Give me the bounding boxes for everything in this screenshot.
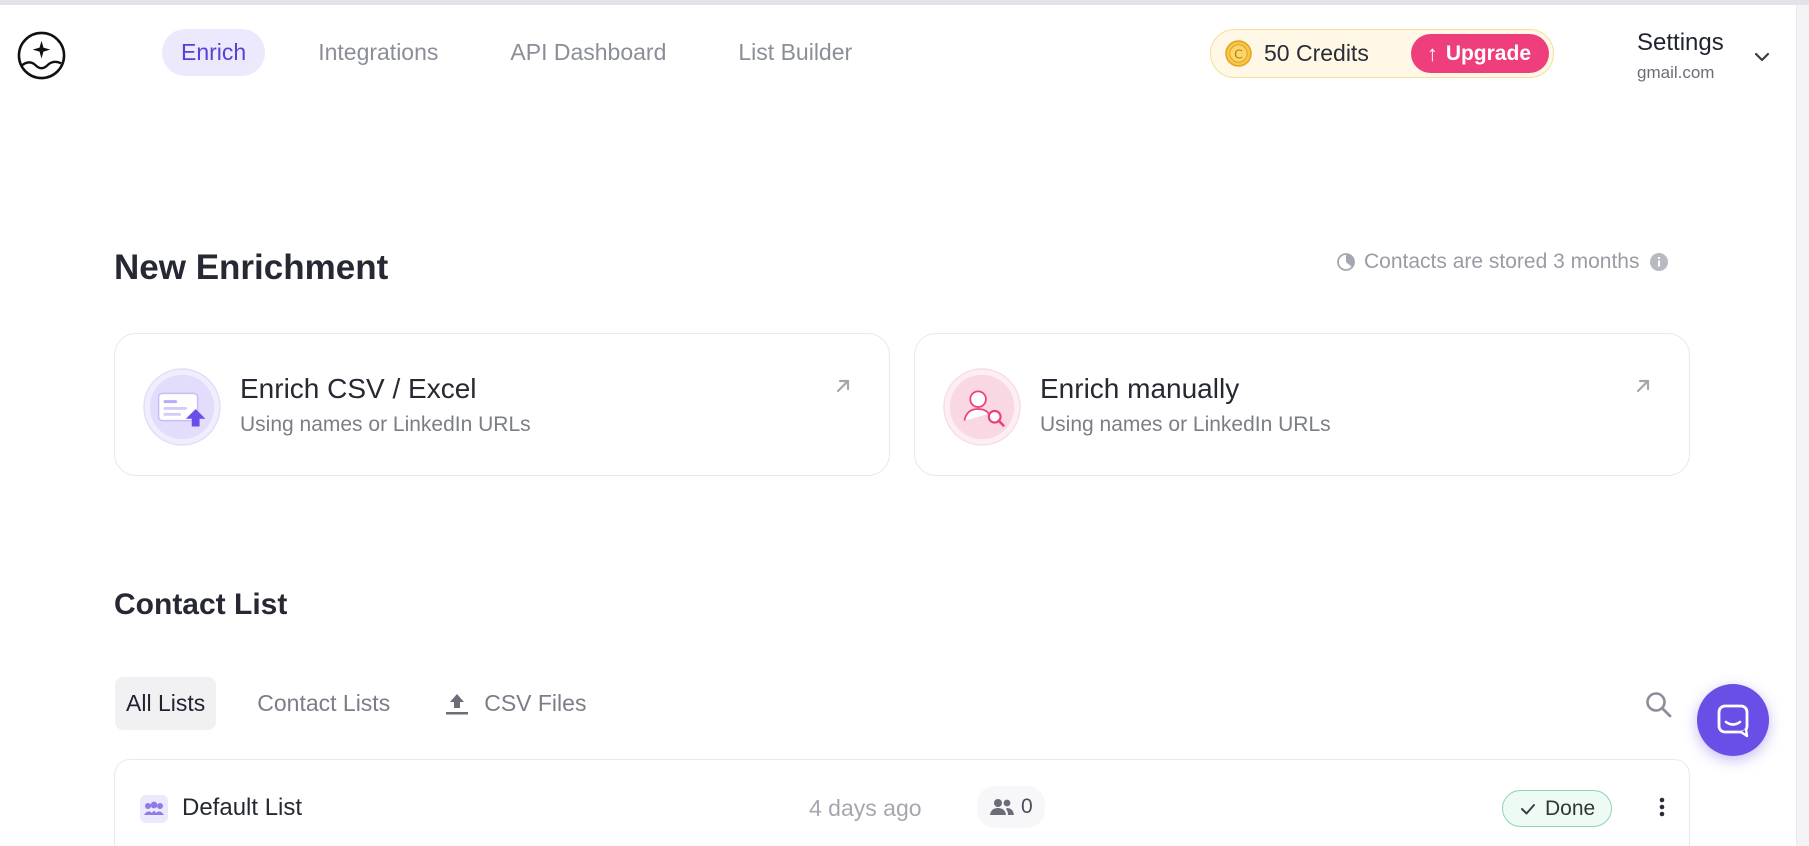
status-label: Done <box>1545 796 1596 820</box>
list-timestamp: 4 days ago <box>809 795 922 821</box>
tab-contact-lists[interactable]: Contact Lists <box>246 677 401 730</box>
storage-note: Contacts are stored 3 months <box>1336 250 1677 274</box>
contact-list-title: Contact List <box>114 588 288 621</box>
more-options-icon[interactable] <box>1647 792 1677 822</box>
csv-upload-icon <box>143 368 221 446</box>
people-icon <box>990 799 1014 815</box>
upgrade-label: Upgrade <box>1445 41 1531 65</box>
upgrade-button[interactable]: ↑ Upgrade <box>1410 34 1549 73</box>
nav-integrations[interactable]: Integrations <box>299 29 457 76</box>
upload-icon <box>446 694 469 715</box>
info-icon[interactable] <box>1649 252 1669 272</box>
account-name: Settings <box>1637 29 1724 56</box>
arrow-up-right-icon <box>836 379 850 393</box>
chat-launcher-button[interactable] <box>1697 684 1769 756</box>
chevron-down-icon[interactable] <box>1752 47 1772 67</box>
search-icon[interactable] <box>1644 690 1674 720</box>
arrow-up-icon: ↑ <box>1426 40 1438 66</box>
tab-all-lists[interactable]: All Lists <box>115 676 217 730</box>
manual-search-icon <box>943 368 1021 446</box>
group-list-icon <box>140 795 168 823</box>
main-nav: Enrich Integrations API Dashboard List B… <box>162 29 905 76</box>
contact-list-tabs: All Lists Contact Lists CSV Files <box>115 675 627 731</box>
page-title: New Enrichment <box>114 248 389 287</box>
tab-csv-files[interactable]: CSV Files <box>431 675 597 731</box>
logo-icon[interactable] <box>16 30 67 81</box>
clock-icon <box>1337 253 1355 271</box>
tab-csv-files-label: CSV Files <box>484 689 587 716</box>
chat-icon <box>1717 704 1749 738</box>
contact-count: 0 <box>977 786 1045 828</box>
coin-letter: C <box>1234 46 1243 61</box>
account-menu[interactable]: Settings gmail.com <box>1637 29 1724 83</box>
scrollbar[interactable] <box>1796 5 1809 846</box>
card-subtitle: Using names or LinkedIn URLs <box>1040 413 1331 436</box>
nav-api-dashboard[interactable]: API Dashboard <box>491 29 685 76</box>
header: Enrich Integrations API Dashboard List B… <box>0 5 1796 101</box>
nav-list-builder[interactable]: List Builder <box>719 29 871 76</box>
storage-note-text: Contacts are stored 3 months <box>1364 250 1640 273</box>
check-icon <box>1521 803 1535 814</box>
table-row[interactable]: Default List 4 days ago 0 Done <box>114 759 1690 846</box>
card-title: Enrich manually <box>1040 373 1240 404</box>
enrich-manually-card[interactable]: Enrich manually Using names or LinkedIn … <box>914 333 1690 476</box>
account-email: gmail.com <box>1637 63 1715 82</box>
card-title: Enrich CSV / Excel <box>240 373 477 404</box>
credits-pill: C 50 Credits ↑ Upgrade <box>1210 29 1554 78</box>
arrow-up-right-icon <box>1636 379 1650 393</box>
list-name: Default List <box>182 794 303 821</box>
enrich-csv-card[interactable]: Enrich CSV / Excel Using names or Linked… <box>114 333 890 476</box>
card-subtitle: Using names or LinkedIn URLs <box>240 413 531 436</box>
credits-label: 50 Credits <box>1264 40 1369 66</box>
contact-count-value: 0 <box>1021 795 1033 818</box>
coin-icon: C <box>1225 40 1252 67</box>
status-badge: Done <box>1502 790 1613 827</box>
nav-enrich[interactable]: Enrich <box>162 29 266 76</box>
